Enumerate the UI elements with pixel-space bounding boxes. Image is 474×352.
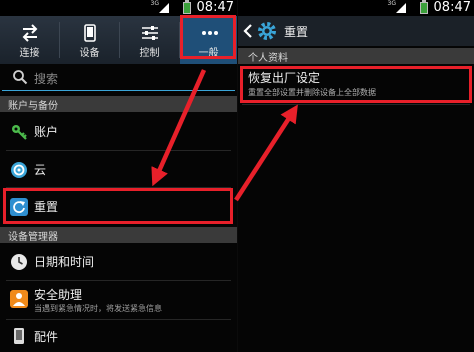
left-screen: 3G 08:47 连接 设备 控制 一般 搜索 账户与备份 账户 云 重置 设备…: [0, 0, 237, 352]
network-type: 3G: [150, 0, 159, 7]
assist-icon: [10, 290, 28, 308]
item-label: 配件: [34, 330, 59, 344]
status-time: 08:47: [433, 0, 471, 15]
page-title: 重置: [284, 25, 309, 39]
sliders-icon: [142, 26, 158, 40]
section-header-personal-data: 个人资料: [238, 48, 474, 64]
signal-icon: [396, 3, 406, 13]
accessory-icon: [14, 328, 24, 344]
arrows-swap-icon: [22, 24, 38, 42]
section-title: 个人资料: [248, 53, 288, 64]
tab-connections[interactable]: 连接: [0, 16, 59, 64]
right-screen: 3G 08:47 重置 个人资料 恢复出厂设定 重置全部设置并删除设备上全部数据: [238, 0, 474, 352]
battery-icon: [420, 0, 428, 14]
divider: [6, 280, 231, 281]
key-icon: [12, 125, 27, 140]
gear-icon: [258, 22, 276, 40]
signal-icon: [159, 3, 169, 13]
divider: [6, 150, 231, 151]
item-label: 日期和时间: [34, 255, 95, 269]
tab-controls[interactable]: 控制: [120, 16, 179, 64]
divider: [242, 104, 470, 105]
list-item-cloud[interactable]: 云: [0, 152, 237, 188]
section-title: 设备管理器: [8, 232, 58, 243]
tab-label: 设备: [79, 48, 100, 59]
status-bar: 3G 08:47: [0, 0, 237, 16]
divider: [6, 319, 231, 320]
section-title: 账户与备份: [8, 101, 58, 112]
status-time: 08:47: [196, 0, 234, 15]
status-bar: 3G 08:47: [238, 0, 474, 16]
tab-label: 连接: [19, 48, 40, 59]
highlight-box-factory-reset: [240, 66, 472, 103]
search-placeholder: 搜索: [34, 72, 59, 86]
list-item-accounts[interactable]: 账户: [0, 114, 237, 150]
search-input[interactable]: 搜索: [2, 66, 235, 91]
battery-icon: [183, 0, 191, 14]
clock-icon: [11, 254, 27, 270]
search-icon: [13, 70, 28, 85]
list-item-safety-assistance[interactable]: 安全助理 当遇到紧急情况时，将发送紧急信息: [0, 283, 237, 319]
item-label: 云: [34, 163, 47, 177]
item-label: 账户: [34, 125, 59, 139]
item-subtitle: 当遇到紧急情况时，将发送紧急信息: [34, 304, 162, 313]
phone-icon: [84, 24, 96, 42]
list-item-date-time[interactable]: 日期和时间: [0, 244, 237, 280]
network-type: 3G: [387, 0, 396, 7]
section-header-accounts: 账户与备份: [0, 96, 237, 112]
item-label: 安全助理: [34, 288, 83, 302]
list-item-accessories[interactable]: 配件: [0, 322, 237, 352]
tab-label: 控制: [139, 48, 160, 59]
section-header-device-manager: 设备管理器: [0, 227, 237, 243]
back-chevron-icon[interactable]: [243, 24, 253, 38]
cloud-sync-icon: [11, 162, 27, 178]
action-bar: 重置: [238, 16, 474, 46]
highlight-box-reset: [3, 188, 233, 224]
tab-device[interactable]: 设备: [60, 16, 119, 64]
highlight-box-general-tab: [180, 15, 236, 59]
